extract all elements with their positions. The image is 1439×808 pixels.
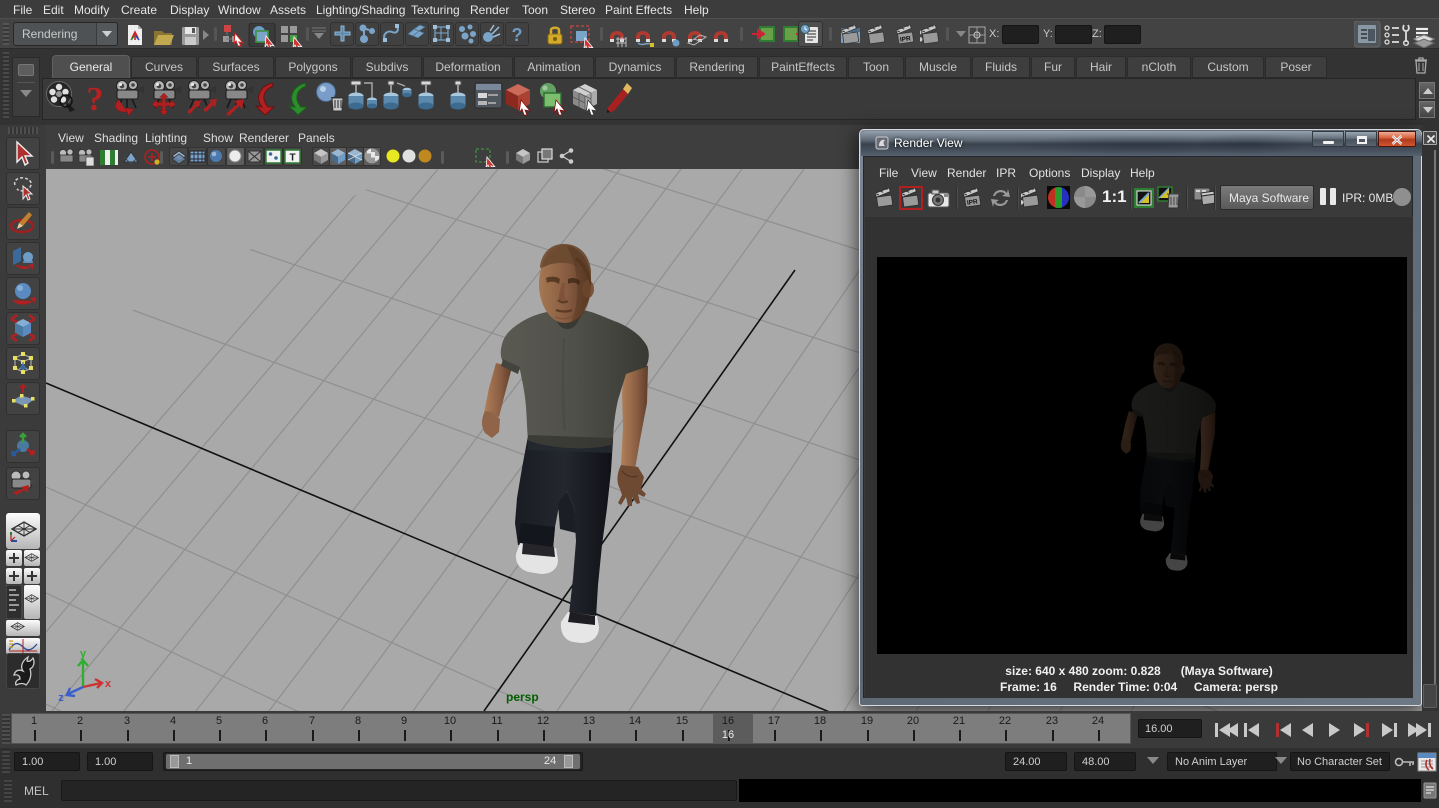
svg-text:z: z <box>58 692 64 704</box>
svg-text:?: ? <box>87 81 104 116</box>
svg-text:T: T <box>289 153 295 164</box>
svg-text:y: y <box>80 648 87 660</box>
svg-text:?: ? <box>512 25 523 45</box>
svg-text:x: x <box>105 678 112 690</box>
